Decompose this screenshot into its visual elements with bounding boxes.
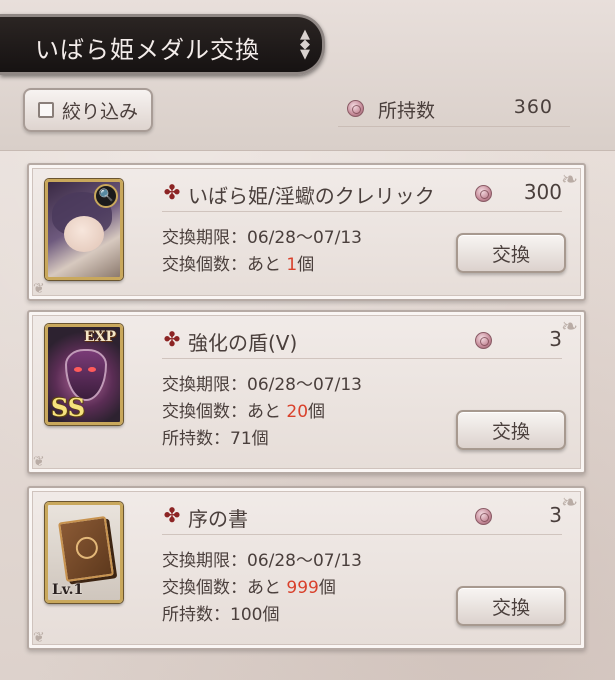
item-price: 3: [549, 503, 562, 527]
cross-icon: ✤: [163, 327, 181, 351]
item-price: 300: [523, 180, 562, 204]
exchange-item-card: ❧ ❦ Lv.1 ✤ 序の書 3 交換期限：06/28〜07/13 交換個数：あ…: [27, 486, 586, 650]
exchange-period: 交換期限：06/28〜07/13: [162, 551, 362, 571]
exchange-period: 交換期限：06/28〜07/13: [162, 375, 362, 395]
remaining-count: 20: [286, 402, 309, 422]
owned-medals: 所持数 360: [338, 92, 570, 127]
exchange-remaining: 交換個数：あと 1個: [162, 255, 315, 275]
owned-label: 所持数: [378, 100, 436, 122]
exp-shield-thumbnail[interactable]: EXP SS: [45, 324, 123, 425]
exchange-item-card: ❧ ❦ EXP SS ✤ 強化の盾(Ⅴ) 3 交換期限：06/28〜07/13 …: [27, 310, 586, 474]
medal-icon: [475, 185, 492, 202]
portrait-face: [64, 216, 104, 252]
cleric-portrait-thumbnail[interactable]: 🔍: [45, 179, 123, 280]
item-name-row: ✤ いばら姫/淫蠍のクレリック 300: [162, 179, 562, 212]
remaining-count: 999: [286, 578, 319, 598]
item-name: いばら姫/淫蠍のクレリック: [188, 184, 435, 208]
cross-icon: ✤: [163, 180, 181, 204]
item-details: 交換期限：06/28〜07/13 交換個数：あと 1個: [162, 225, 362, 279]
item-name: 序の書: [188, 507, 248, 531]
item-name: 強化の盾(Ⅴ): [188, 331, 298, 355]
exp-badge: EXP: [83, 329, 116, 345]
checkbox-icon: [38, 102, 54, 118]
medal-icon: [475, 508, 492, 525]
page-title: いばら姫メダル交換: [35, 36, 260, 64]
corner-flourish-icon: ❦: [33, 454, 45, 470]
diamond-arrows-icon[interactable]: ▲ ◆ ▼: [294, 28, 316, 61]
item-details: 交換期限：06/28〜07/13 交換個数：あと 999個 所持数：100個: [162, 548, 362, 629]
filter-label: 絞り込み: [62, 100, 139, 123]
item-name-row: ✤ 序の書 3: [162, 502, 562, 535]
corner-flourish-icon: ❦: [33, 281, 45, 297]
corner-flourish-icon: ❦: [33, 630, 45, 646]
title-plate: いばら姫メダル交換 ▲ ◆ ▼: [0, 14, 325, 75]
owned-count: 所持数：71個: [162, 429, 269, 449]
remaining-count: 1: [286, 255, 298, 275]
shield-eye: [88, 367, 96, 372]
exchange-period: 交換期限：06/28〜07/13: [162, 228, 362, 248]
book-thumbnail[interactable]: Lv.1: [45, 502, 123, 603]
shield-eye: [74, 367, 82, 372]
level-badge: Lv.1: [52, 582, 84, 598]
item-details: 交換期限：06/28〜07/13 交換個数：あと 20個 所持数：71個: [162, 372, 362, 453]
book-icon: [58, 515, 114, 583]
exchange-remaining: 交換個数：あと 20個: [162, 402, 326, 422]
item-name-row: ✤ 強化の盾(Ⅴ) 3: [162, 326, 562, 359]
item-price: 3: [549, 327, 562, 351]
owned-value: 360: [513, 96, 553, 118]
exchange-remaining: 交換個数：あと 999個: [162, 578, 336, 598]
cross-icon: ✤: [163, 503, 181, 527]
medal-icon: [475, 332, 492, 349]
book-seal: [74, 535, 100, 561]
exchange-button[interactable]: 交換: [456, 410, 566, 450]
exchange-button[interactable]: 交換: [456, 586, 566, 626]
exchange-button[interactable]: 交換: [456, 233, 566, 273]
magnifier-icon: 🔍: [94, 184, 118, 208]
exchange-item-card: ❧ ❦ 🔍 ✤ いばら姫/淫蠍のクレリック 300 交換期限：06/28〜07/…: [27, 163, 586, 301]
owned-count: 所持数：100個: [162, 605, 280, 625]
medal-icon: [347, 100, 364, 117]
filter-button[interactable]: 絞り込み: [23, 88, 153, 132]
rarity-badge: SS: [51, 393, 86, 422]
